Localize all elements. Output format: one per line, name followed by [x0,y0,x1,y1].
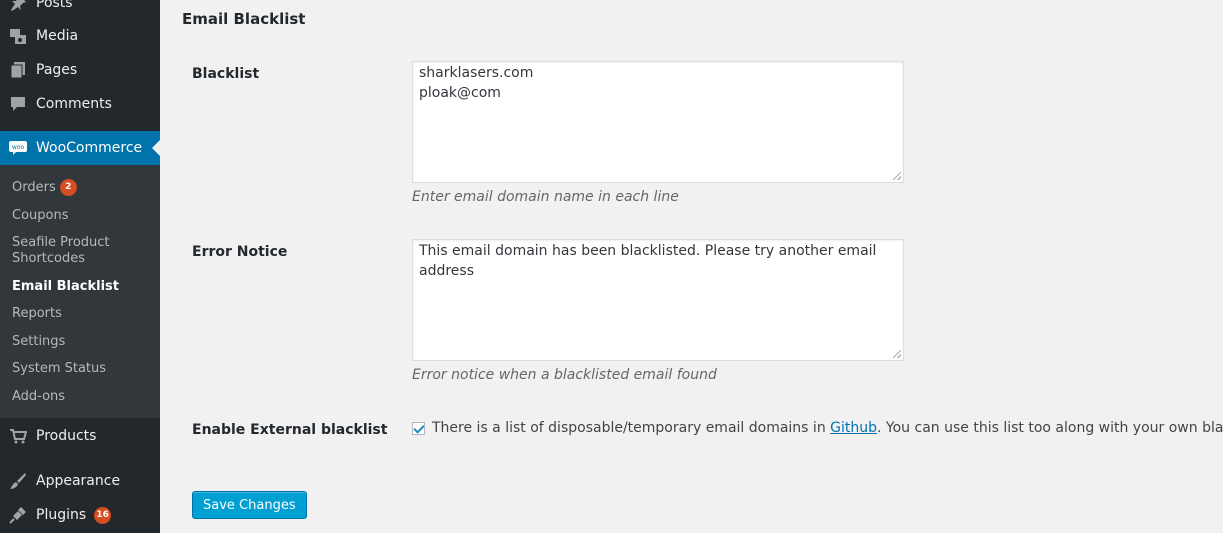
plugins-update-badge: 16 [94,506,112,524]
plug-icon [0,506,36,524]
pin-icon [0,0,36,12]
blacklist-textarea[interactable]: sharklasers.com ploak@com [412,61,904,183]
external-blacklist-label: Enable External blacklist [192,422,388,438]
submenu-label: System Status [12,361,107,376]
textarea-line: This email domain has been blacklisted. … [419,243,877,259]
cart-icon [0,427,36,445]
svg-text:woo: woo [12,144,25,151]
menu-label: Comments [36,96,112,112]
textarea-line: sharklasers.com [419,65,534,81]
submenu-label: Coupons [12,208,69,223]
menu-plugins[interactable]: Plugins 16 [0,498,160,532]
menu-label: Media [36,28,79,44]
submenu-add-ons[interactable]: Add-ons [12,389,65,405]
menu-comments[interactable]: Comments [0,87,160,121]
menu-woocommerce[interactable]: woo WooCommerce [0,131,160,165]
error-notice-label: Error Notice [192,244,288,260]
submenu-system-status[interactable]: System Status [12,361,106,377]
external-text-before: There is a list of disposable/temporary … [432,420,831,436]
page-title: Email Blacklist [182,10,306,28]
resize-grip-icon[interactable] [893,350,901,358]
menu-label: Products [36,428,97,444]
submenu-reports[interactable]: Reports [12,306,62,322]
github-link[interactable]: Github [830,420,877,436]
comment-icon [0,95,36,113]
submenu-coupons[interactable]: Coupons [12,208,69,224]
menu-label: WooCommerce [36,140,143,156]
menu-label: Pages [36,62,78,78]
main-content: Email Blacklist Blacklist sharklasers.co… [160,0,1223,533]
submenu-label: Reports [12,306,62,321]
menu-products[interactable]: Products [0,419,160,453]
external-text-after: . You can use this list too along with y… [877,420,1223,436]
submenu-label-line: Shortcodes [12,251,86,266]
pages-icon [0,61,36,79]
woo-icon: woo [0,140,36,156]
menu-posts[interactable]: Posts [0,0,160,20]
submenu-seafile-product-shortcodes[interactable]: Seafile Product Shortcodes [12,235,110,267]
error-notice-textarea[interactable]: This email domain has been blacklisted. … [412,239,904,361]
menu-label: Appearance [36,473,121,489]
submenu-label: Email Blacklist [12,279,119,294]
submenu-email-blacklist[interactable]: Email Blacklist [12,279,119,295]
menu-pages[interactable]: Pages [0,53,160,87]
submenu-label: Add-ons [12,389,66,404]
blacklist-description: Enter email domain name in each line [412,189,679,205]
save-changes-button[interactable]: Save Changes [192,491,307,519]
textarea-line: ploak@com [419,85,501,101]
external-blacklist-option: There is a list of disposable/temporary … [412,420,1223,436]
current-arrow [152,140,160,156]
submenu-label-line: Seafile Product [12,235,110,250]
paintbrush-icon [0,472,36,490]
blacklist-label: Blacklist [192,66,260,82]
submenu-settings[interactable]: Settings [12,334,65,350]
menu-appearance[interactable]: Appearance [0,464,160,498]
orders-count-badge: 2 [59,179,77,196]
error-notice-description: Error notice when a blacklisted email fo… [412,367,717,383]
menu-label: Posts [36,0,73,11]
textarea-line: address [419,263,475,279]
woocommerce-submenu: Orders 2 Coupons Seafile Product Shortcod… [0,165,160,418]
menu-label: Plugins [36,507,87,523]
media-icon [0,27,36,45]
submenu-label: Orders [12,180,56,195]
submenu-orders[interactable]: Orders 2 [12,179,77,196]
menu-media[interactable]: Media [0,19,160,53]
submenu-label: Settings [12,334,66,349]
admin-sidebar: Posts Media Pages Comments woo WooCommer… [0,0,160,533]
external-blacklist-checkbox[interactable] [412,421,425,435]
resize-grip-icon[interactable] [893,172,901,180]
